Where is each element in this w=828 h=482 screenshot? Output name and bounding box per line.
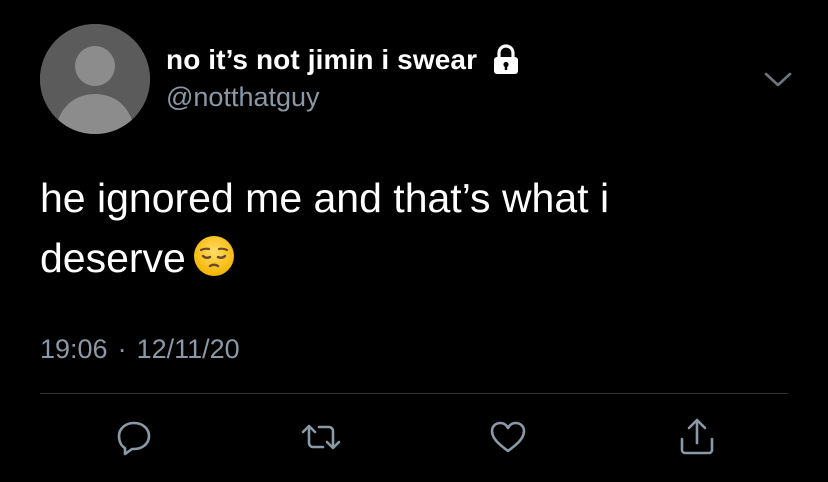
like-button[interactable] xyxy=(483,412,533,462)
author-handle[interactable]: @notthatguy xyxy=(166,82,320,113)
author-name-row[interactable]: no it’s not jimin i swear xyxy=(166,42,521,78)
meta-separator: · xyxy=(117,334,127,364)
default-avatar-icon xyxy=(40,24,150,134)
pensive-face-icon xyxy=(192,234,236,278)
tweet-timestamp[interactable]: 19:06 · 12/11/20 xyxy=(40,334,240,365)
reply-icon xyxy=(117,421,151,456)
tweet: no it’s not jimin i swear @notthatguy he… xyxy=(0,0,828,482)
retweet-button[interactable] xyxy=(296,412,346,462)
avatar[interactable] xyxy=(40,24,150,134)
share-button[interactable] xyxy=(672,412,722,462)
tweet-text-line-1: he ignored me and that’s what i xyxy=(40,175,610,221)
tweet-time: 19:06 xyxy=(40,334,108,364)
retweet-icon xyxy=(301,424,341,450)
chevron-down-icon[interactable] xyxy=(762,70,794,90)
share-icon xyxy=(680,418,714,455)
divider xyxy=(40,393,788,394)
reply-button[interactable] xyxy=(109,412,159,462)
tweet-text: he ignored me and that’s what i deserve xyxy=(40,168,780,288)
tweet-text-line-2: deserve xyxy=(40,235,186,281)
tweet-date: 12/11/20 xyxy=(136,334,240,364)
action-bar xyxy=(0,412,828,462)
lock-icon xyxy=(491,44,521,76)
heart-icon xyxy=(490,421,526,453)
display-name[interactable]: no it’s not jimin i swear xyxy=(166,44,477,76)
